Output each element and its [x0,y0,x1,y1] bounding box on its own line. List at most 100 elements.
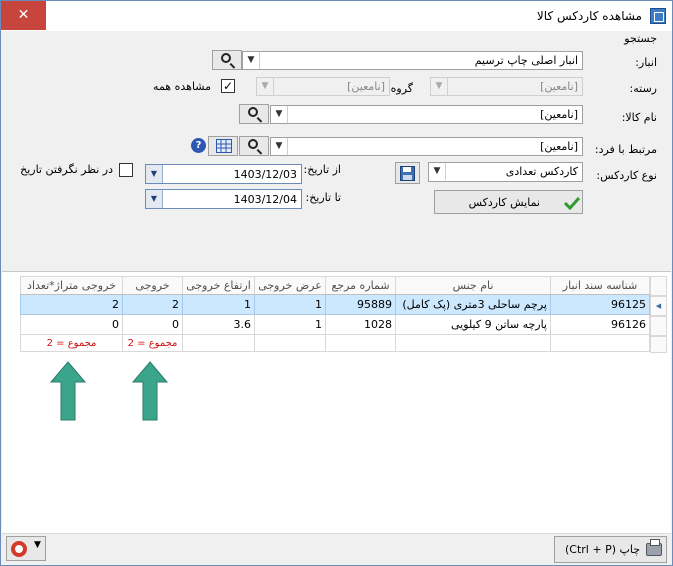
print-label: چاپ (Ctrl + P) [564,543,640,556]
app-icon [650,8,666,24]
close-button[interactable]: ✕ [1,1,46,30]
title-bar: ✕ مشاهده کاردکس کالا [1,1,672,31]
from-date-picker[interactable]: ▼ 1403/12/03 [145,164,302,184]
person-combo[interactable]: ▼ [نامعین] [270,137,583,156]
table-header-row: شناسه سند انبار نام جنس شماره مرجع عرض خ… [20,276,650,295]
up-arrow-icon [49,361,87,421]
group-combo[interactable]: ▼ [نامعین] [256,77,390,96]
warehouse-search-button[interactable] [212,50,242,70]
col-header-out-height[interactable]: ارتفاع خروجی [182,276,255,295]
kardex-type-combo[interactable]: ▼ کاردکس تعدادی [428,162,583,182]
cell-ref-no[interactable]: 95889 [325,294,396,315]
print-button[interactable]: چاپ (Ctrl + P) [554,536,667,563]
row-header-column: ◀ [650,276,667,353]
kardex-window: ✕ مشاهده کاردکس کالا جستجو انبار: ▼ انبا… [0,0,673,566]
show-all-checkbox[interactable]: ✓ [221,79,235,93]
printer-icon [646,539,662,556]
support-dropdown-button[interactable]: ▼ [6,536,46,561]
group-value: [نامعین] [347,80,385,93]
cell-output[interactable]: 0 [122,314,183,335]
chevron-down-icon: ▼ [429,163,446,180]
chevron-down-icon: ▼ [243,52,260,69]
person-value: [نامعین] [540,140,578,153]
search-group-title: جستجو [624,32,657,45]
row-selector-current[interactable]: ◀ [650,296,667,316]
floppy-disk-icon [400,166,415,181]
up-arrow-icon [131,361,169,421]
chevron-down-icon: ▼ [34,540,41,550]
item-value: [نامعین] [540,108,578,121]
col-header-ref-no[interactable]: شماره مرجع [325,276,396,295]
summary-output: مجموع = 2 [122,334,183,352]
summary-cell [325,334,396,352]
chevron-down-icon: ▼ [271,106,288,123]
to-date-picker[interactable]: ▼ 1403/12/04 [145,189,302,209]
col-header-output[interactable]: خروجی [122,276,183,295]
warehouse-value: انبار اصلی چاپ ترسیم [474,54,578,67]
check-icon [564,196,580,210]
search-icon [248,107,258,117]
table-row[interactable]: 96125 پرچم ساحلی 3متری (پک کامل) 95889 1… [20,294,650,315]
search-panel: جستجو انبار: ▼ انبار اصلی چاپ ترسیم رسته… [2,31,671,271]
chevron-down-icon: ▼ [257,78,274,95]
item-search-button[interactable] [239,104,269,124]
to-date-label: تا تاریخ: [305,191,341,204]
cell-output-area[interactable]: 2 [20,294,123,315]
col-header-out-width[interactable]: عرض خروجی [254,276,326,295]
summary-cell [550,334,650,352]
person-label: مرتبط با فرد: [594,143,657,156]
cell-doc-id[interactable]: 96125 [550,294,650,315]
help-icon[interactable]: ? [191,138,206,153]
row-selector [650,336,667,353]
search-icon [248,139,258,149]
window-title: مشاهده کاردکس کالا [536,9,642,23]
item-combo[interactable]: ▼ [نامعین] [270,105,583,124]
grid-list-icon [216,139,232,153]
person-list-button[interactable] [208,136,238,156]
cell-doc-id[interactable]: 96126 [550,314,650,335]
warehouse-combo[interactable]: ▼ انبار اصلی چاپ ترسیم [242,51,583,70]
cell-output-area[interactable]: 0 [20,314,123,335]
calendar-dropdown-icon[interactable]: ▼ [146,190,163,208]
cell-out-height[interactable]: 3.6 [182,314,255,335]
bottom-toolbar: چاپ (Ctrl + P) ▼ [2,533,671,565]
row-header-corner [650,276,667,296]
chevron-down-icon: ▼ [431,78,448,95]
cell-out-height[interactable]: 1 [182,294,255,315]
category-combo[interactable]: ▼ [نامعین] [430,77,583,96]
kardex-grid: شناسه سند انبار نام جنس شماره مرجع عرض خ… [2,271,671,533]
cell-item-name[interactable]: پرچم ساحلی 3متری (پک کامل) [395,294,551,315]
to-date-value: 1403/12/04 [233,193,297,206]
col-header-item-name[interactable]: نام جنس [395,276,551,295]
group-label: گروه: [386,82,413,95]
ignore-date-label: در نظر نگرفتن تاریخ [20,163,113,176]
calendar-dropdown-icon[interactable]: ▼ [146,165,163,183]
cell-output[interactable]: 2 [122,294,183,315]
lifebuoy-icon [11,541,27,557]
cell-out-width[interactable]: 1 [254,314,326,335]
table-row[interactable]: 96126 پارچه ساتن 9 کیلویی 1028 1 3.6 0 0 [20,314,650,335]
row-selector[interactable] [650,316,667,336]
warehouse-label: انبار: [635,56,657,69]
chevron-down-icon: ▼ [271,138,288,155]
summary-row: مجموع = 2 مجموع = 2 [20,334,650,352]
col-header-output-area[interactable]: خروجی متراژ*تعداد [20,276,123,295]
cell-ref-no[interactable]: 1028 [325,314,396,335]
show-all-label: مشاهده همه [153,80,211,93]
show-kardex-label: نمایش کاردکس [468,196,540,209]
summary-cell [395,334,551,352]
kardex-table: شناسه سند انبار نام جنس شماره مرجع عرض خ… [20,276,650,352]
col-header-doc-id[interactable]: شناسه سند انبار [550,276,650,295]
kardex-type-label: نوع کاردکس: [596,169,657,182]
ignore-date-checkbox[interactable] [119,163,133,177]
category-label: رسته: [629,82,657,95]
item-label: نام کالا: [621,111,657,124]
kardex-type-value: کاردکس تعدادی [505,165,578,178]
from-date-value: 1403/12/03 [233,168,297,181]
person-search-button[interactable] [239,136,269,156]
cell-out-width[interactable]: 1 [254,294,326,315]
save-button[interactable] [395,162,420,184]
cell-item-name[interactable]: پارچه ساتن 9 کیلویی [395,314,551,335]
show-kardex-button[interactable]: نمایش کاردکس [434,190,583,214]
search-icon [221,53,231,63]
